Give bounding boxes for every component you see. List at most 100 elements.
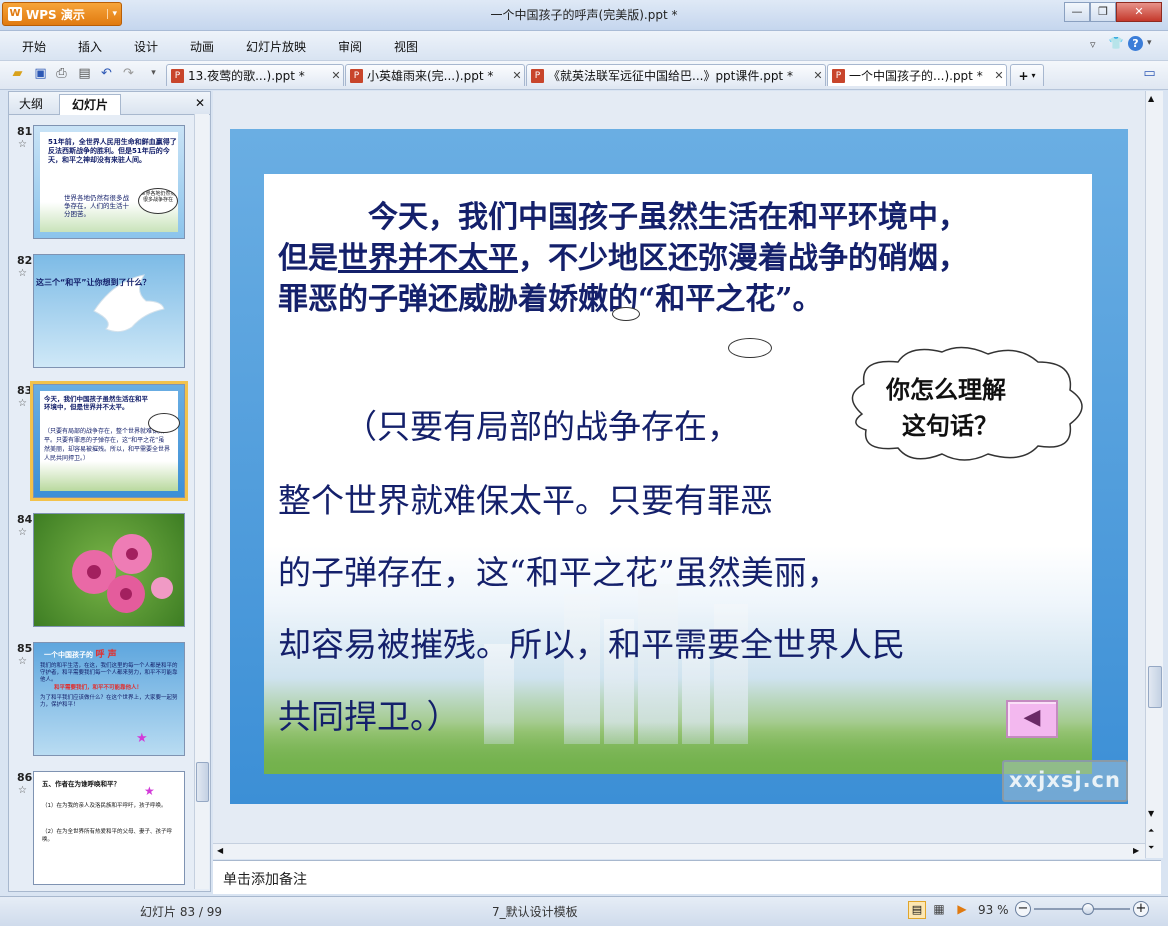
- print-icon[interactable]: ⎙: [53, 65, 70, 82]
- layout-switch-icon[interactable]: ▭: [1141, 65, 1158, 82]
- thumb-item: （2）在为全世界所有热爱和平的父母、妻子、孩子呼唤。: [42, 829, 173, 843]
- slide-para2-line5: 共同捍卫。）: [278, 697, 460, 736]
- slide-thumb-85[interactable]: 一个中国孩子的 呼 声 我们的和平生活，在这，我们这里的每一个人都是和平的守护者…: [33, 642, 185, 756]
- help-dropdown-icon[interactable]: ▾: [1147, 38, 1152, 48]
- menu-view[interactable]: 视图: [394, 38, 418, 55]
- scroll-left-icon[interactable]: ◀: [217, 846, 223, 855]
- slide-thumb-83-selected[interactable]: 今天，我们中国孩子虽然生活在和平环境中，但是世界并不太平。 （只要有局部的战争存…: [30, 381, 188, 501]
- close-tab-icon[interactable]: ✕: [811, 69, 825, 82]
- notes-placeholder: 单击添加备注: [223, 872, 307, 888]
- doc-tab-3[interactable]: P 《就英法联军远征中国给巴...》ppt课件.ppt * ✕: [526, 64, 826, 86]
- thought-bubble-dot: [728, 338, 772, 358]
- vertical-scrollbar[interactable]: ▲ ▼ ⏶ ⏷: [1145, 91, 1163, 858]
- ppt-file-icon: P: [350, 68, 363, 83]
- thumb-text: 这三个“和平”让你想到了什么？: [36, 278, 151, 287]
- scrollbar-thumb[interactable]: [1148, 666, 1162, 708]
- slide-thumb-84[interactable]: [33, 513, 185, 627]
- slide-para2-line1: （只要有局部的战争存在，: [344, 407, 740, 446]
- tab-outline[interactable]: 大纲: [13, 94, 49, 114]
- close-panel-icon[interactable]: ✕: [195, 96, 205, 110]
- menu-home[interactable]: 开始: [22, 38, 46, 55]
- scrollbar-thumb[interactable]: [196, 762, 209, 802]
- slide-counter: 幻灯片 83 / 99: [140, 905, 223, 919]
- minimize-button[interactable]: —: [1064, 2, 1090, 22]
- thumb-item: （1）在为我的亲人及洛民族和平呼吁，孩子呼唤。: [42, 803, 167, 809]
- wps-app-menu-button[interactable]: W WPS 演示 ▾: [2, 2, 122, 26]
- doc-tab-label: 一个中国孩子的...).ppt *: [849, 69, 983, 83]
- thumb-title: 一个中国孩子的 呼 声: [44, 650, 117, 660]
- status-bar: 幻灯片 83 / 99 7_默认设计模板 ▤ ▦ ▶ 93 % − +: [0, 896, 1168, 926]
- doc-tab-2[interactable]: P 小英雄雨来(完...).ppt * ✕: [345, 64, 525, 86]
- print-preview-icon[interactable]: ▤: [76, 65, 93, 82]
- slide-number: 85: [17, 642, 33, 655]
- slide-para2-line4: 却容易被摧残。所以，和平需要全世界人民: [278, 625, 905, 664]
- thumb-text: 世界各地仍然有很多战争存在，人们的生活十分困苦。: [64, 194, 129, 218]
- slide-number: 86: [17, 771, 33, 784]
- redo-icon[interactable]: ↷: [120, 65, 137, 82]
- animation-star-icon: ☆: [18, 139, 27, 150]
- ribbon-collapse-icon[interactable]: ▿: [1090, 38, 1096, 51]
- slide-thumbnail-panel: 大纲 幻灯片 ✕ 81 ☆ 51年前，全世界人民用生命和鲜血赢得了反法西斯战争的…: [8, 91, 211, 892]
- prev-slide-icon[interactable]: ⏶: [1148, 826, 1154, 836]
- slide-para1-line3: 罪恶的子弹还威胁着娇嫩的“和平之花”。: [278, 282, 823, 317]
- close-tab-icon[interactable]: ✕: [510, 69, 524, 82]
- menu-review[interactable]: 审阅: [338, 38, 362, 55]
- thumbnail-scrollbar[interactable]: [194, 114, 209, 889]
- thumb-bubble: 世界各地仍然有很多战争存在: [138, 188, 178, 214]
- close-tab-icon[interactable]: ✕: [992, 69, 1006, 82]
- flower-image: [34, 514, 184, 626]
- window-title: 一个中国孩子的呼声(完美版).ppt *: [490, 8, 678, 22]
- zoom-out-button[interactable]: −: [1015, 901, 1031, 917]
- thumb-text: 51年前，全世界人民用生命和鲜血赢得了反法西斯战争的胜利。但是51年后的今天，和…: [48, 138, 177, 164]
- zoom-slider-track[interactable]: [1034, 903, 1130, 915]
- horizontal-scrollbar[interactable]: ◀ ▶: [213, 843, 1145, 859]
- customize-toolbar-icon[interactable]: ▾: [145, 65, 162, 82]
- undo-icon[interactable]: ↶: [98, 65, 115, 82]
- slide-content-area: 今天，我们中国孩子虽然生活在和平环境中， 但是世界并不太平，不少地区还弥漫着战争…: [264, 174, 1092, 774]
- slide-thumb-81[interactable]: 51年前，全世界人民用生命和鲜血赢得了反法西斯战争的胜利。但是51年后的今天，和…: [33, 125, 185, 239]
- slideshow-icon[interactable]: ▶: [954, 901, 970, 917]
- help-icon[interactable]: ?: [1128, 36, 1143, 51]
- skin-icon[interactable]: 👕: [1108, 36, 1124, 52]
- close-tab-icon[interactable]: ✕: [329, 69, 343, 82]
- slide-sorter-icon[interactable]: ▦: [931, 901, 947, 917]
- slide-para2-line2: 整个世界就难保太平。只要有罪恶: [278, 481, 773, 520]
- doc-tab-4-active[interactable]: P 一个中国孩子的...).ppt * ✕: [827, 64, 1007, 86]
- watermark-logo: xxjxsj.cn: [1002, 760, 1128, 802]
- next-slide-icon[interactable]: ⏷: [1148, 843, 1154, 853]
- chevron-down-icon: ▾: [107, 9, 117, 19]
- menu-design[interactable]: 设计: [134, 38, 158, 55]
- zoom-slider-thumb[interactable]: [1081, 903, 1094, 915]
- normal-view-icon[interactable]: ▤: [908, 901, 926, 919]
- tab-slides[interactable]: 幻灯片: [59, 94, 121, 115]
- restore-button[interactable]: ❐: [1090, 2, 1116, 22]
- star-shape-icon: ★: [136, 731, 148, 746]
- menu-animation[interactable]: 动画: [190, 38, 214, 55]
- zoom-level: 93 %: [978, 903, 1009, 917]
- scroll-up-icon[interactable]: ▲: [1148, 94, 1154, 103]
- doc-tab-label: 《就英法联军远征中国给巴...》ppt课件.ppt *: [548, 69, 793, 83]
- quick-toolbar: ▰ ▣ ⎙ ▤ ↶ ↷ ▾ P 13.夜莺的歌...).ppt * ✕ P 小英…: [0, 60, 1168, 90]
- zoom-in-button[interactable]: +: [1133, 901, 1149, 917]
- animation-star-icon: ☆: [18, 527, 27, 538]
- back-arrow-button[interactable]: ◀: [1006, 700, 1058, 738]
- ppt-file-icon: P: [171, 68, 184, 83]
- scroll-right-icon[interactable]: ▶: [1133, 846, 1139, 855]
- close-window-button[interactable]: ✕: [1116, 2, 1162, 22]
- thumb-text: 为了和平我们应该做什么？在这个世界上，大家要一起努力，保护和平！: [40, 695, 178, 708]
- current-slide[interactable]: 今天，我们中国孩子虽然生活在和平环境中， 但是世界并不太平，不少地区还弥漫着战争…: [230, 129, 1128, 804]
- save-icon[interactable]: ▣: [32, 65, 49, 82]
- thumb-text: 今天，我们中国孩子虽然生活在和平环境中，但是世界并不太平。: [44, 395, 148, 411]
- scroll-down-icon[interactable]: ▼: [1148, 809, 1154, 818]
- doc-tab-1[interactable]: P 13.夜莺的歌...).ppt * ✕: [166, 64, 344, 86]
- notes-area[interactable]: 单击添加备注: [213, 860, 1161, 894]
- slide-thumb-86[interactable]: 五、作者在为谁呼唤和平？ ★ （1）在为我的亲人及洛民族和平呼吁，孩子呼唤。 （…: [33, 771, 185, 885]
- app-name: WPS 演示: [26, 7, 85, 22]
- chevron-down-icon: ▾: [1031, 71, 1036, 80]
- menu-slideshow[interactable]: 幻灯片放映: [246, 38, 306, 55]
- menu-insert[interactable]: 插入: [78, 38, 102, 55]
- new-tab-button[interactable]: + ▾: [1010, 64, 1044, 86]
- open-folder-icon[interactable]: ▰: [9, 65, 26, 82]
- animation-star-icon: ☆: [18, 656, 27, 667]
- slide-thumb-82[interactable]: 这三个“和平”让你想到了什么？: [33, 254, 185, 368]
